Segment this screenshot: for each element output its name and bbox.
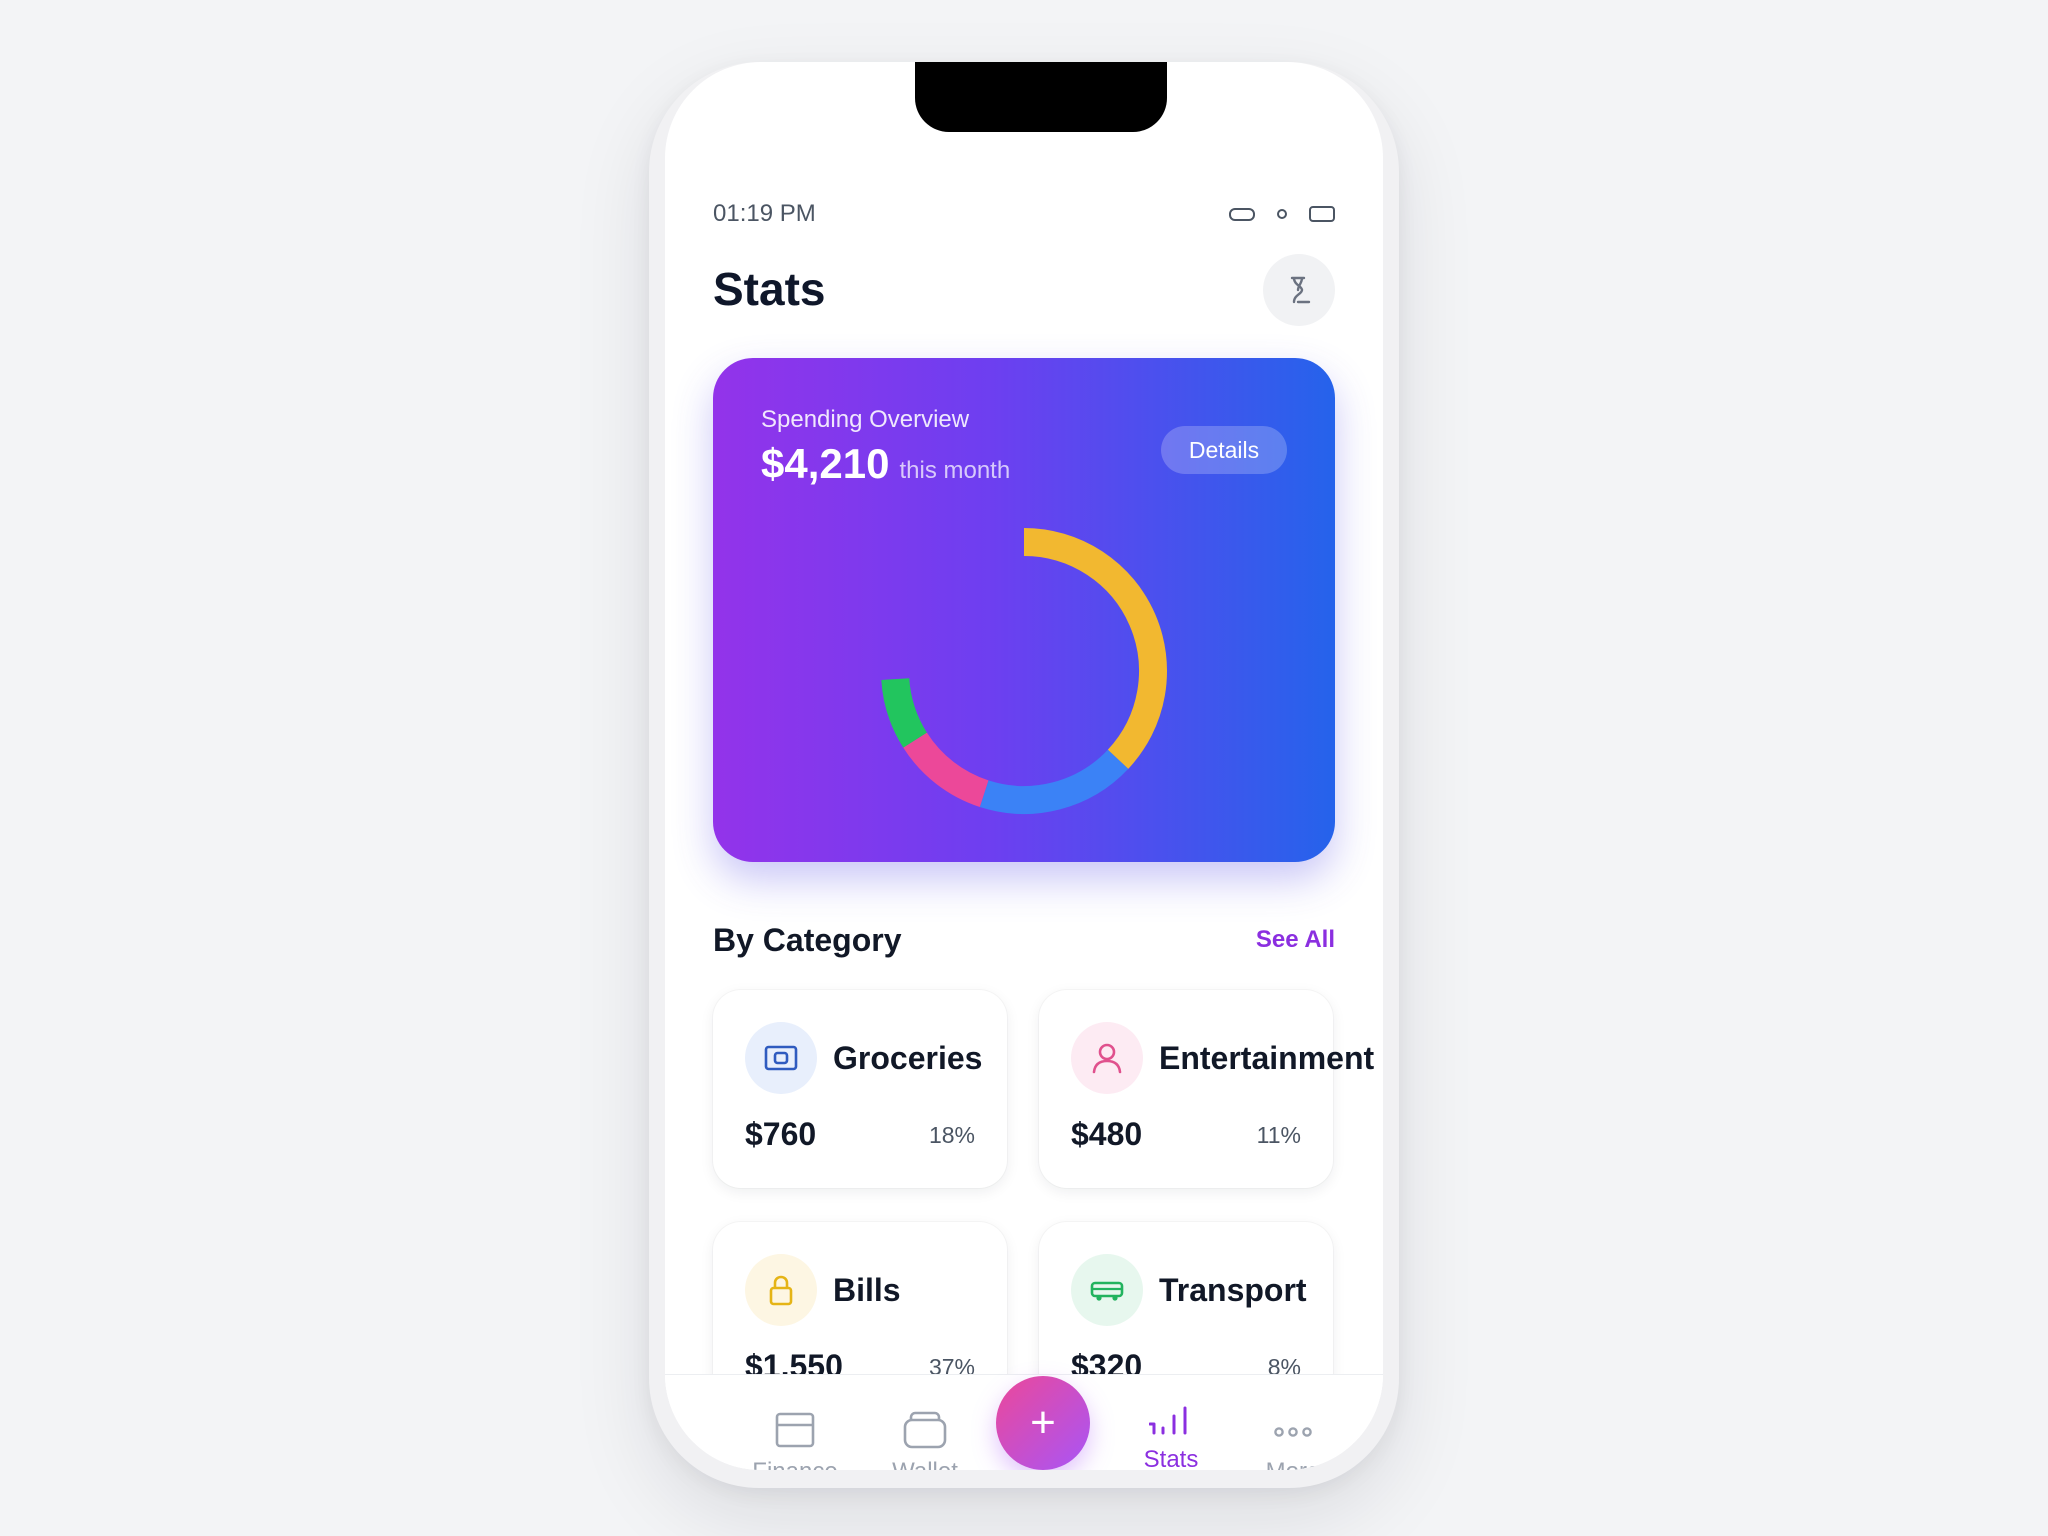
wifi-icon: [1277, 209, 1287, 219]
transport-icon-wrap: [1071, 1254, 1143, 1326]
add-button[interactable]: +: [996, 1376, 1090, 1470]
status-time: 01:19 PM: [713, 200, 816, 227]
timer-button[interactable]: [1263, 254, 1335, 326]
donut-segment-0: [1023, 528, 1167, 769]
by-category-title: By Category: [713, 922, 902, 958]
app-screen: 01:19 PM Stats Spending Overview $4,210 …: [665, 62, 1383, 1470]
nav-item-finance[interactable]: Finance: [735, 1410, 855, 1470]
nav-item-more[interactable]: More: [1233, 1410, 1353, 1470]
more-icon: [1274, 1427, 1312, 1437]
category-card-groceries[interactable]: Groceries $760 18%: [713, 990, 1007, 1188]
user-icon: [1092, 1043, 1122, 1074]
donut-segment-1: [979, 749, 1129, 814]
donut-segment-3: [881, 677, 928, 748]
nav-item-stats[interactable]: Stats: [1111, 1402, 1231, 1470]
signal-icon: [1229, 207, 1255, 221]
nav-label: Finance: [752, 1458, 837, 1470]
see-all-link[interactable]: See All: [1256, 926, 1335, 954]
wallet-icon: [903, 1411, 947, 1449]
nav-label: Stats: [1143, 1446, 1199, 1470]
phone-frame: 01:19 PM Stats Spending Overview $4,210 …: [649, 62, 1399, 1488]
bar-chart-icon: [1149, 1406, 1187, 1435]
card-icon: [775, 1412, 815, 1448]
nav-label: Wallet: [892, 1458, 958, 1470]
donut-segment-2: [903, 732, 989, 807]
category-amount: $480: [1071, 1116, 1143, 1152]
status-icons: [1229, 206, 1335, 222]
category-percent: 18%: [928, 1122, 975, 1148]
entertainment-icon-wrap: [1071, 1022, 1143, 1094]
category-name: Transport: [1159, 1272, 1307, 1308]
category-name: Bills: [833, 1272, 901, 1308]
nav-item-wallet[interactable]: Wallet: [865, 1410, 985, 1470]
nav-label: More: [1266, 1458, 1321, 1470]
spending-overview-card: Spending Overview $4,210 this month Deta…: [713, 358, 1335, 862]
battery-icon: [1309, 206, 1335, 222]
category-name: Entertainment: [1159, 1040, 1375, 1076]
category-card-entertainment[interactable]: Entertainment $480 11%: [1039, 990, 1374, 1188]
hourglass-icon: [1290, 276, 1311, 304]
category-percent: 11%: [1256, 1122, 1301, 1148]
category-name: Groceries: [833, 1040, 983, 1076]
groceries-icon-wrap: [745, 1022, 817, 1094]
bus-icon: [1090, 1281, 1124, 1301]
bills-icon-wrap: [745, 1254, 817, 1326]
page-title: Stats: [713, 263, 826, 315]
category-amount: $760: [745, 1116, 817, 1152]
lock-icon: [769, 1275, 793, 1306]
device-notch: [915, 62, 1167, 132]
spending-donut-chart: [881, 528, 1167, 814]
wallet-icon: [764, 1045, 798, 1071]
